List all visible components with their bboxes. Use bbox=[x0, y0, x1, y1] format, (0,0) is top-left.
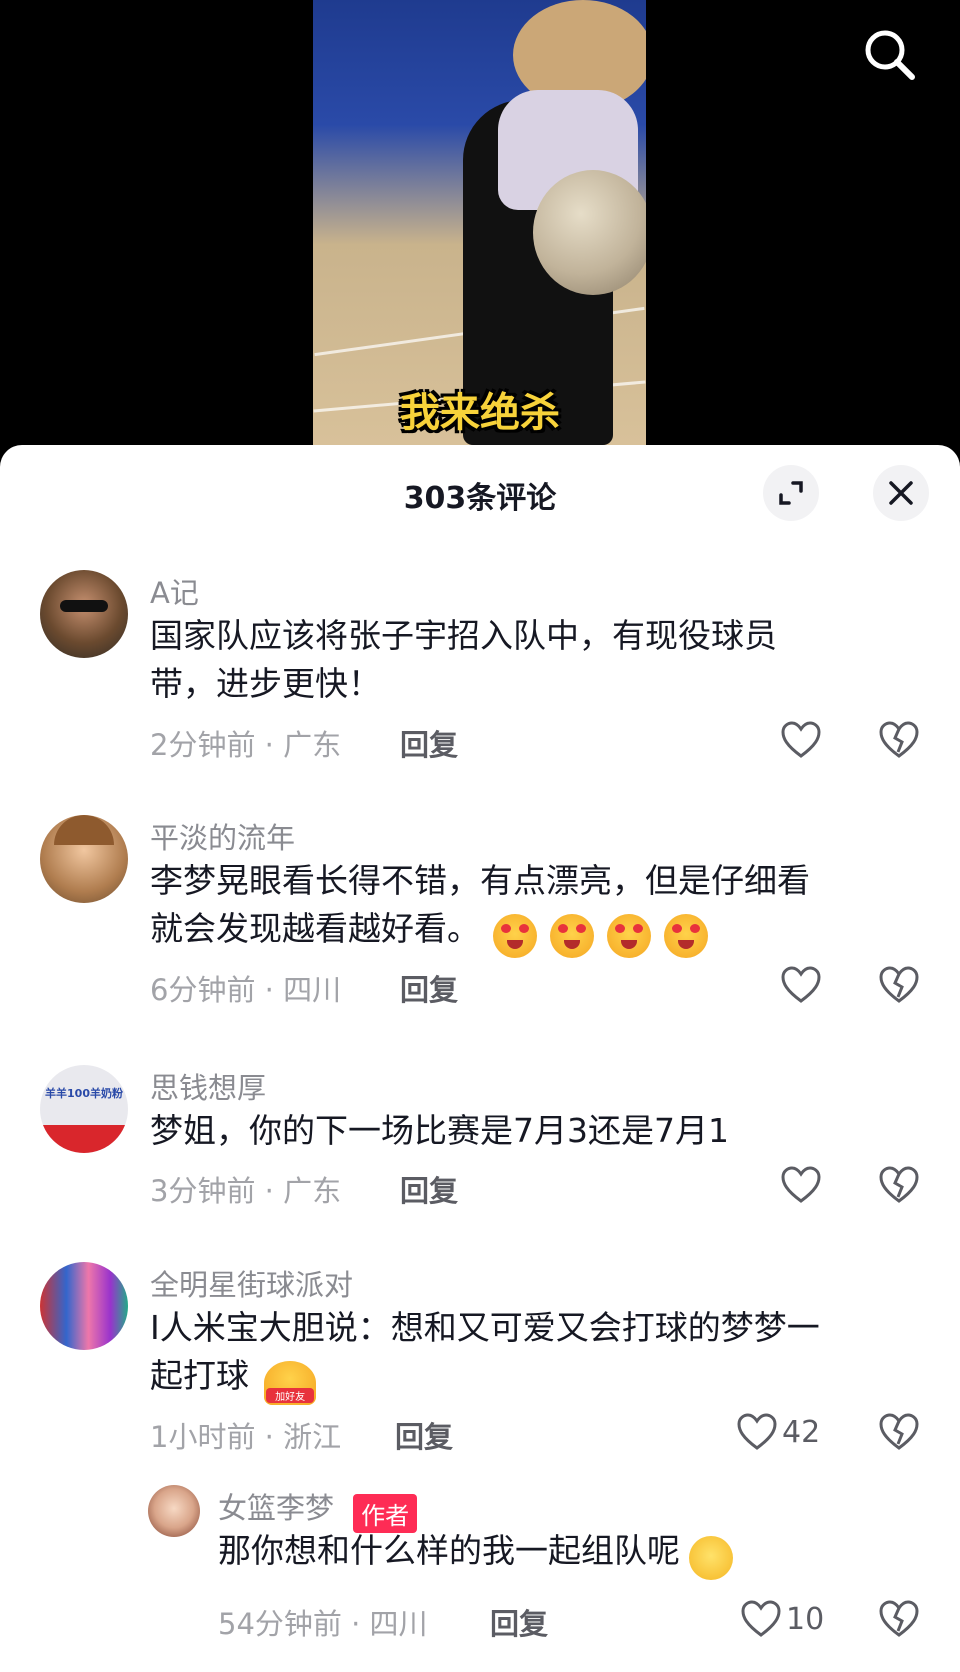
like-count: 42 bbox=[782, 1414, 821, 1450]
comment-username[interactable]: 思钱想厚 bbox=[150, 1065, 266, 1107]
comment-text-row: 就会发现越看越好看。 bbox=[150, 905, 709, 958]
video-caption: 我来绝杀 bbox=[400, 390, 560, 436]
comment-meta: 1小时前 · 浙江 bbox=[150, 1420, 342, 1454]
reply-button[interactable]: 回复 bbox=[490, 1601, 548, 1643]
comment-text-line: 带，进步更快！ bbox=[150, 664, 381, 703]
broken-heart-icon bbox=[879, 966, 919, 1003]
comment-meta: 2分钟前 · 广东 bbox=[150, 728, 342, 762]
add-friend-sticker-icon: 加好友 bbox=[264, 1360, 317, 1405]
reply-button[interactable]: 回复 bbox=[400, 722, 458, 764]
heart-icon bbox=[737, 1413, 777, 1450]
pleading-emoji-icon bbox=[689, 1535, 734, 1580]
dislike-button[interactable] bbox=[878, 1599, 920, 1643]
heart-eyes-emoji-icon bbox=[607, 913, 652, 958]
hair-shape bbox=[54, 815, 114, 845]
comment-text-line: I人米宝大胆说：想和又可爱又会打球的梦梦一 bbox=[150, 1308, 820, 1347]
basketball bbox=[533, 170, 646, 295]
comment-sheet: 303条评论 A记 国家队应该将张子宇招入队中，有现役球员 带，进步更快！ 2分… bbox=[0, 445, 960, 1672]
close-button[interactable] bbox=[873, 465, 929, 521]
like-button[interactable]: 10 bbox=[740, 1599, 824, 1639]
like-button[interactable] bbox=[780, 720, 822, 760]
avatar-red-band bbox=[40, 1125, 128, 1153]
search-icon bbox=[865, 30, 915, 80]
reply-meta: 54分钟前 · 四川 bbox=[218, 1607, 428, 1641]
comment-text-line: 梦姐，你的下一场比赛是7月3还是7月1 bbox=[150, 1111, 729, 1150]
heart-eyes-emoji-icon bbox=[493, 913, 538, 958]
like-button[interactable]: 42 bbox=[736, 1412, 820, 1452]
dislike-button[interactable] bbox=[878, 720, 920, 764]
like-button[interactable] bbox=[780, 965, 822, 1005]
reply-button[interactable]: 回复 bbox=[400, 1168, 458, 1210]
like-button[interactable] bbox=[780, 1165, 822, 1205]
comment-meta: 6分钟前 · 四川 bbox=[150, 973, 342, 1007]
reply-button[interactable]: 回复 bbox=[395, 1414, 453, 1456]
broken-heart-icon bbox=[879, 1166, 919, 1203]
heart-icon bbox=[781, 1166, 821, 1203]
broken-heart-icon bbox=[879, 1413, 919, 1450]
heart-icon bbox=[781, 721, 821, 758]
dislike-button[interactable] bbox=[878, 1165, 920, 1209]
avatar[interactable] bbox=[40, 1262, 128, 1350]
reply-header: 女篮李梦 作者 bbox=[218, 1485, 418, 1533]
expand-icon bbox=[779, 481, 803, 505]
video-frame[interactable] bbox=[313, 0, 646, 445]
sunglasses-shape bbox=[60, 600, 108, 612]
comment-text-row: 起打球 加好友 bbox=[150, 1352, 317, 1405]
broken-heart-icon bbox=[879, 1600, 919, 1637]
avatar[interactable] bbox=[40, 815, 128, 903]
reply-button[interactable]: 回复 bbox=[400, 967, 458, 1009]
comment-text-line: 李梦晃眼看长得不错，有点漂亮，但是仔细看 bbox=[150, 861, 810, 900]
close-icon bbox=[889, 481, 913, 505]
broken-heart-icon bbox=[879, 721, 919, 758]
comment-text-line: 起打球 bbox=[150, 1356, 249, 1395]
comment-username[interactable]: 平淡的流年 bbox=[150, 815, 295, 857]
sticker-label: 加好友 bbox=[266, 1387, 315, 1403]
heart-icon bbox=[781, 966, 821, 1003]
avatar[interactable] bbox=[40, 570, 128, 658]
avatar-brand-text: 羊羊100羊奶粉 bbox=[45, 1087, 123, 1100]
author-avatar[interactable] bbox=[148, 1485, 200, 1537]
comment-text-line: 国家队应该将张子宇招入队中，有现役球员 bbox=[150, 616, 777, 655]
heart-eyes-emoji-icon bbox=[664, 913, 709, 958]
heart-eyes-emoji-icon bbox=[550, 913, 595, 958]
dislike-button[interactable] bbox=[878, 1412, 920, 1456]
video-player[interactable]: 我来绝杀 bbox=[0, 0, 960, 445]
comment-text-line: 就会发现越看越好看。 bbox=[150, 909, 480, 948]
dislike-button[interactable] bbox=[878, 965, 920, 1009]
comment-meta: 3分钟前 · 广东 bbox=[150, 1174, 342, 1208]
comment-username[interactable]: A记 bbox=[150, 570, 199, 612]
avatar[interactable]: 羊羊100羊奶粉 bbox=[40, 1065, 128, 1153]
reply-username[interactable]: 女篮李梦 bbox=[218, 1491, 334, 1525]
reply-text-row: 那你想和什么样的我一起组队呢 bbox=[218, 1527, 734, 1580]
reply-text: 那你想和什么样的我一起组队呢 bbox=[218, 1531, 680, 1570]
heart-icon bbox=[741, 1600, 781, 1637]
expand-button[interactable] bbox=[763, 465, 819, 521]
like-count: 10 bbox=[786, 1601, 825, 1637]
comment-username[interactable]: 全明星街球派对 bbox=[150, 1262, 353, 1304]
search-button[interactable] bbox=[860, 25, 920, 85]
